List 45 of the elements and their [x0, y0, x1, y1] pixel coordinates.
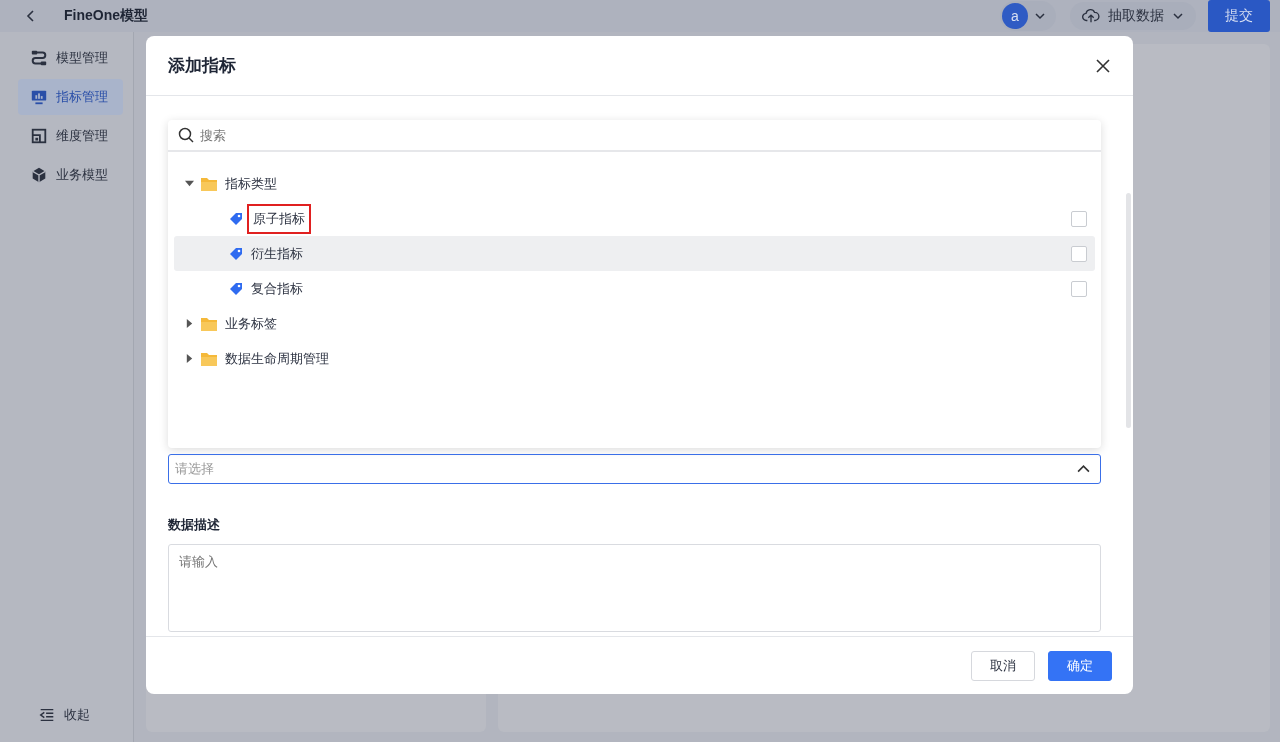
sidebar-item[interactable]: 指标管理: [18, 79, 123, 115]
user-avatar[interactable]: a: [1002, 3, 1028, 29]
account-menu[interactable]: a: [1000, 1, 1056, 31]
confirm-button[interactable]: 确定: [1048, 650, 1112, 681]
sidebar-item[interactable]: 维度管理: [18, 118, 123, 154]
tree-item[interactable]: 衍生指标: [174, 236, 1095, 272]
tree-item[interactable]: 复合指标: [174, 271, 1095, 307]
checkbox[interactable]: [1071, 210, 1087, 227]
app-title: FineOne模型: [64, 7, 148, 25]
collapse-icon: [38, 706, 56, 724]
chevron-down-icon: [1034, 10, 1046, 22]
sidebar-item[interactable]: 业务模型: [18, 157, 123, 193]
tree-folder[interactable]: 指标类型: [174, 166, 1095, 202]
tag-icon: [229, 281, 243, 296]
chart-monitor-icon: [30, 88, 48, 106]
search-field[interactable]: 搜索: [200, 125, 1091, 146]
checkbox[interactable]: [1071, 245, 1087, 262]
folder-icon: [201, 316, 217, 331]
layout-icon: [30, 127, 48, 145]
route-icon: [30, 49, 48, 67]
tree-item[interactable]: 原子指标: [174, 201, 1095, 237]
checkbox[interactable]: [1071, 280, 1087, 297]
caret-right-icon: [185, 354, 194, 364]
sidebar-item[interactable]: 模型管理: [18, 40, 123, 76]
caret-right-icon: [185, 319, 194, 329]
close-icon[interactable]: [1095, 57, 1111, 74]
folder-icon: [201, 351, 217, 366]
scrollbar[interactable]: [1126, 193, 1131, 429]
tree-folder[interactable]: 业务标签: [174, 306, 1095, 342]
description-field[interactable]: 请输入: [168, 544, 1101, 633]
chevron-down-icon: [1172, 10, 1184, 22]
cloud-upload-icon: [1082, 7, 1100, 25]
collapse-button[interactable]: 收起: [18, 706, 123, 724]
dialog-title: 添加指标: [168, 55, 236, 78]
submit-button[interactable]: 提交: [1208, 0, 1270, 32]
tag-icon: [229, 246, 243, 261]
cancel-button[interactable]: 取消: [971, 650, 1035, 681]
field-label: 数据描述: [168, 516, 221, 535]
caret-down-icon: [185, 179, 194, 189]
tree-folder[interactable]: 数据生命周期管理: [174, 341, 1095, 377]
cube-icon: [30, 166, 48, 184]
extract-data-button[interactable]: 抽取数据: [1070, 2, 1196, 30]
folder-icon: [201, 176, 217, 191]
tag-icon: [229, 211, 243, 226]
search-icon: [178, 127, 194, 144]
